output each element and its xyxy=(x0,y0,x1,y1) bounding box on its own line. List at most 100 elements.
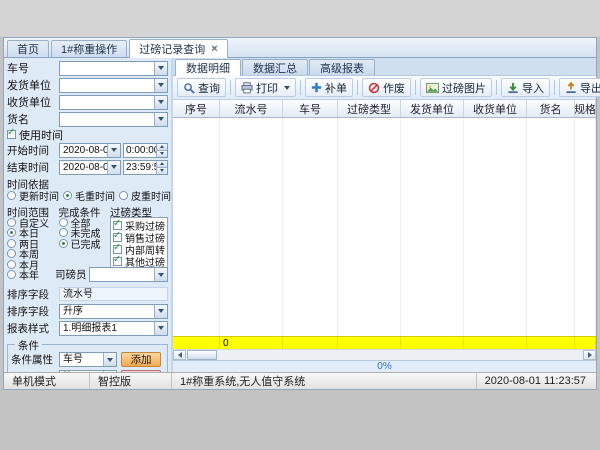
status-datetime: 2020-08-01 11:23:57 xyxy=(476,373,596,389)
column-header-receiver[interactable]: 收货单位 xyxy=(464,100,527,117)
desktop-area-top xyxy=(0,0,600,37)
radio-basis-tare[interactable]: 皮重时间 xyxy=(119,188,171,203)
grid-body xyxy=(173,118,596,336)
condition-op-combo[interactable]: 等于 xyxy=(59,370,117,372)
chevron-down-icon[interactable] xyxy=(107,161,120,174)
column-header-goods[interactable]: 货名 xyxy=(527,100,575,117)
chevron-down-icon[interactable] xyxy=(154,113,167,126)
print-button[interactable]: 打印 xyxy=(235,78,296,97)
condition-op-label: 操作符 xyxy=(11,370,57,372)
status-bar: 单机模式 智控版 1#称重系统,无人值守系统 2020-08-01 11:23:… xyxy=(4,372,596,389)
condition-group: 条件 条件属性 车号 添加 操作符 等于 xyxy=(7,344,168,372)
tab-weighing-operation[interactable]: 1#称重操作 xyxy=(51,40,127,57)
start-date-combo[interactable]: 2020-08-01 xyxy=(59,143,121,158)
close-icon[interactable] xyxy=(211,44,217,55)
import-button[interactable]: 导入 xyxy=(501,78,550,97)
supplement-order-button[interactable]: 补单 xyxy=(305,78,353,97)
spin-down-button[interactable] xyxy=(157,151,167,157)
operator-combo-value xyxy=(90,268,155,281)
condition-op-value: 等于 xyxy=(60,371,103,372)
horizontal-scrollbar[interactable] xyxy=(173,349,596,360)
export-button[interactable]: 导出 xyxy=(559,78,600,97)
report-style-combo[interactable]: 1.明细报表1 xyxy=(59,321,168,336)
radio-icon xyxy=(7,260,16,269)
chevron-down-icon[interactable] xyxy=(154,62,167,75)
void-icon xyxy=(368,82,380,94)
query-button[interactable]: 查询 xyxy=(177,78,226,97)
end-time-label: 结束时间 xyxy=(7,160,57,175)
delete-condition-button[interactable]: 删除 xyxy=(121,370,161,372)
condition-attr-combo[interactable]: 车号 xyxy=(59,352,117,367)
checkbox-checked-icon xyxy=(113,233,122,242)
summary-cell xyxy=(338,337,401,349)
scrollbar-thumb[interactable] xyxy=(187,350,217,360)
sort-field-value: 流水号 xyxy=(59,287,168,301)
use-time-checkbox[interactable]: 使用时间 xyxy=(7,127,63,143)
chevron-down-icon[interactable] xyxy=(154,79,167,92)
tab-data-detail[interactable]: 数据明细 xyxy=(175,59,241,76)
data-panel: 数据明细 数据汇总 高级报表 查询 xyxy=(171,58,596,372)
column-header-vehicle[interactable]: 车号 xyxy=(283,100,338,117)
tab-data-summary[interactable]: 数据汇总 xyxy=(242,59,308,75)
vehicle-combo[interactable] xyxy=(59,61,168,76)
progress-value: 0% xyxy=(377,361,391,372)
spin-up-button[interactable] xyxy=(157,161,167,168)
printer-icon xyxy=(241,82,253,94)
radio-icon xyxy=(7,239,16,248)
operator-combo[interactable] xyxy=(89,267,169,282)
summary-cell xyxy=(283,337,338,349)
spin-down-button[interactable] xyxy=(157,168,167,174)
toolbar-separator xyxy=(357,80,358,95)
radio-range-year[interactable]: 本年 xyxy=(7,270,59,281)
report-style-label: 报表样式 xyxy=(7,321,57,336)
column-header-weigh-type[interactable]: 过磅类型 xyxy=(338,100,401,117)
chevron-down-icon[interactable] xyxy=(107,144,120,157)
summary-cell xyxy=(527,337,575,349)
end-date-value: 2020-08-01 xyxy=(60,161,107,174)
chevron-down-icon[interactable] xyxy=(154,96,167,109)
end-date-combo[interactable]: 2020-08-01 xyxy=(59,160,121,175)
chevron-down-icon[interactable] xyxy=(154,305,167,318)
weigh-type-label: 过磅类型 xyxy=(110,205,168,217)
receiver-combo[interactable] xyxy=(59,95,168,110)
column-header-serial[interactable]: 流水号 xyxy=(220,100,283,117)
radio-basis-gross[interactable]: 毛重时间 xyxy=(63,188,115,203)
void-button[interactable]: 作废 xyxy=(362,78,411,97)
grid-column-guide xyxy=(527,118,575,336)
weigh-photos-button[interactable]: 过磅图片 xyxy=(420,78,492,97)
chevron-down-icon[interactable] xyxy=(103,353,116,366)
scroll-right-button[interactable] xyxy=(583,350,596,360)
column-header-spec[interactable]: 规格 xyxy=(575,100,596,117)
operator-label: 司磅员 xyxy=(55,267,87,282)
grid-column-guide xyxy=(173,118,220,336)
tab-advanced-report[interactable]: 高级报表 xyxy=(309,59,375,75)
tab-record-query[interactable]: 过磅记录查询 xyxy=(129,39,227,58)
spin-up-button[interactable] xyxy=(157,144,167,151)
chevron-down-icon[interactable] xyxy=(154,268,167,281)
vehicle-combo-value xyxy=(60,62,154,75)
add-condition-button[interactable]: 添加 xyxy=(121,352,161,367)
goods-combo[interactable] xyxy=(59,112,168,127)
search-icon xyxy=(183,82,195,94)
scroll-left-button[interactable] xyxy=(173,350,186,360)
condition-attr-label: 条件属性 xyxy=(11,352,57,367)
radio-basis-update[interactable]: 更新时间 xyxy=(7,188,59,203)
sort-order-combo[interactable]: 升序 xyxy=(59,304,168,319)
status-edition: 智控版 xyxy=(90,373,172,389)
chevron-down-icon[interactable] xyxy=(284,86,290,90)
shipper-combo[interactable] xyxy=(59,78,168,93)
end-time-spinner[interactable]: 23:59:59 xyxy=(123,160,168,175)
column-header-index[interactable]: 序号 xyxy=(173,100,220,117)
start-time-spinner[interactable]: 0:00:00 xyxy=(123,143,168,158)
status-mode: 单机模式 xyxy=(4,373,90,389)
tab-home[interactable]: 首页 xyxy=(7,40,49,57)
use-time-label: 使用时间 xyxy=(19,127,63,143)
chevron-down-icon[interactable] xyxy=(103,371,116,372)
app-window: 首页 1#称重操作 过磅记录查询 车号 xyxy=(3,37,597,390)
radio-selected-icon xyxy=(7,228,16,237)
checkbox-type-other[interactable]: 其他过磅 xyxy=(113,255,165,267)
chevron-down-icon[interactable] xyxy=(154,322,167,335)
column-header-shipper[interactable]: 发货单位 xyxy=(401,100,464,117)
radio-complete-finished[interactable]: 已完成 xyxy=(59,238,111,249)
grid-column-guide xyxy=(401,118,464,336)
